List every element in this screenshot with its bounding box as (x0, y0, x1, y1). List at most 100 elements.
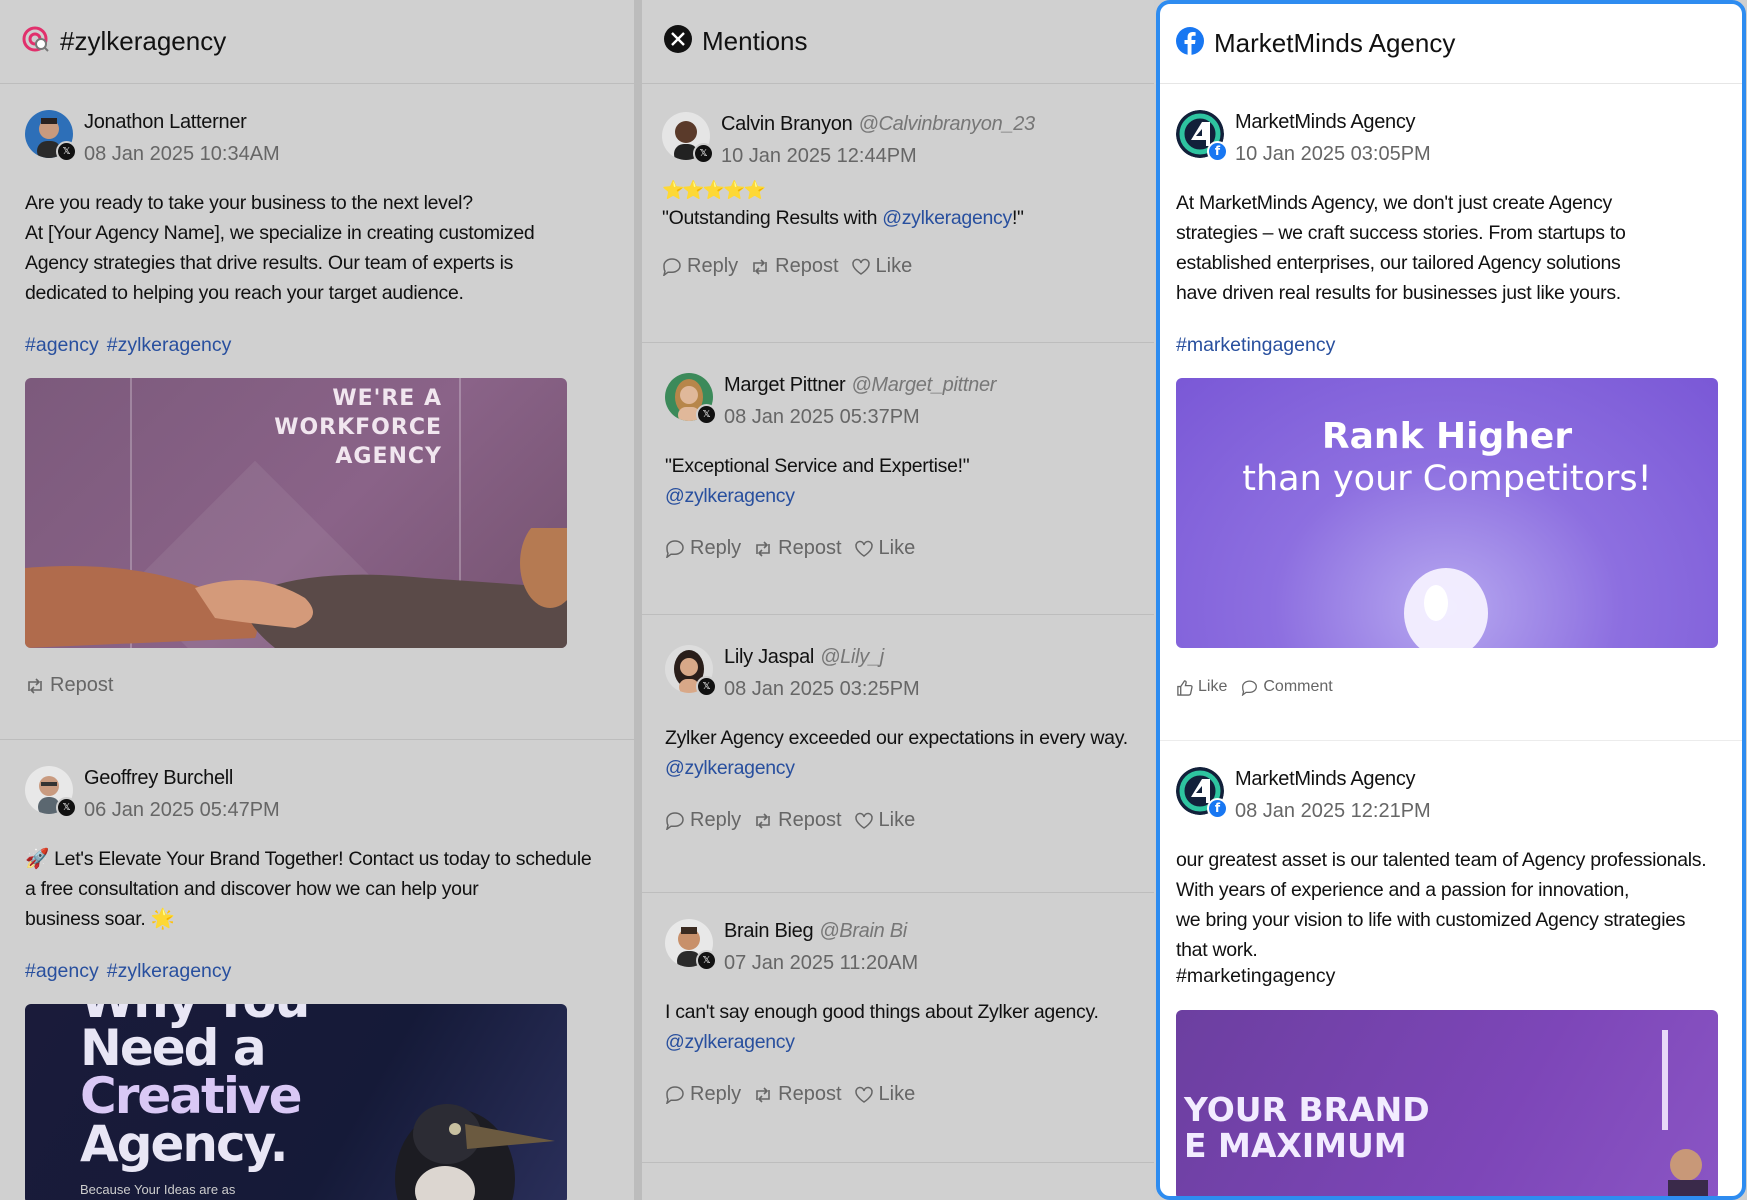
reply-icon (666, 1086, 684, 1104)
facebook-post[interactable]: f MarketMinds Agency 08 Jan 2025 12:21PM… (1160, 741, 1742, 1196)
reply-button[interactable]: Reply (665, 1083, 741, 1106)
author-name[interactable]: Geoffrey Burchell (84, 766, 280, 790)
post-text: "Exceptional Service and Expertise!" (665, 455, 970, 477)
person-illustration (1662, 1030, 1708, 1196)
repost-icon (756, 540, 770, 557)
column-title: MarketMinds Agency (1214, 28, 1456, 58)
feed-post[interactable]: 𝕏 Geoffrey Burchell 06 Jan 2025 05:47PM … (0, 740, 634, 1200)
handshake-illustration (25, 528, 567, 648)
hashtag-link[interactable]: #marketingagency (1176, 965, 1335, 987)
reply-icon (663, 258, 681, 276)
x-badge-icon: 𝕏 (696, 676, 717, 697)
like-button[interactable]: Like (854, 537, 915, 560)
image-caption: E MAXIMUM (1184, 1126, 1407, 1165)
facebook-logo-icon (1176, 27, 1204, 60)
x-badge-icon: 𝕏 (693, 143, 714, 164)
hashtag-link[interactable]: #zylkeragency (107, 960, 232, 982)
repost-button[interactable]: Repost (750, 255, 839, 278)
feed-post[interactable]: 𝕏 Jonathon Latterner 08 Jan 2025 10:34AM… (0, 84, 634, 740)
mention-post[interactable]: 𝕏 Brain Bieg @Brain Bi 07 Jan 2025 11:20A… (642, 893, 1154, 1163)
heart-icon (854, 1086, 873, 1103)
post-image[interactable]: YOUR BRAND E MAXIMUM (1176, 1010, 1718, 1196)
image-caption: YOUR BRAND (1184, 1090, 1430, 1129)
mention-post[interactable]: 𝕏 Lily Jaspal @Lily_j 08 Jan 2025 03:25PM… (642, 615, 1154, 893)
author-name[interactable]: MarketMinds Agency (1235, 110, 1431, 134)
hashtag-link[interactable]: #marketingagency (1176, 334, 1335, 356)
column-divider[interactable] (634, 0, 642, 1200)
column-title: #zylkeragency (60, 26, 227, 56)
comment-button[interactable]: Comment (1241, 678, 1333, 696)
post-text: At MarketMinds Agency, we don't just cre… (1176, 192, 1626, 304)
rating-stars: ⭐⭐⭐⭐⭐ (662, 180, 766, 200)
thumbs-up-icon (1177, 679, 1193, 696)
reply-icon (666, 812, 684, 830)
author-name[interactable]: Calvin Branyon (721, 113, 853, 135)
image-caption: than your Competitors! (1242, 459, 1652, 499)
image-caption: Rank Higher (1321, 416, 1573, 457)
author-name[interactable]: MarketMinds Agency (1235, 767, 1431, 791)
mentions-column: Mentions 𝕏 Calvin Branyon @Calvinbranyon_… (642, 0, 1154, 1200)
like-button[interactable]: Like (1176, 678, 1227, 696)
x-badge-icon: 𝕏 (696, 950, 717, 971)
x-badge-icon: 𝕏 (56, 797, 77, 818)
mention-link[interactable]: @zylkeragency (665, 1027, 1134, 1057)
author-name[interactable]: Brain Bieg (724, 920, 814, 942)
like-button[interactable]: Like (854, 1083, 915, 1106)
mention-link[interactable]: @zylkeragency (665, 481, 1134, 511)
post-timestamp: 08 Jan 2025 10:34AM (84, 143, 280, 165)
repost-icon (756, 812, 770, 829)
author-handle[interactable]: @Calvinbranyon_23 (858, 113, 1035, 135)
post-text: 🚀 Let's Elevate Your Brand Together! Con… (25, 848, 592, 930)
facebook-post[interactable]: f MarketMinds Agency 10 Jan 2025 03:05PM… (1160, 84, 1742, 741)
mentions-column-header: Mentions (642, 0, 1154, 84)
heart-icon (854, 812, 873, 829)
facebook-badge-icon: f (1207, 798, 1228, 819)
x-badge-icon: 𝕏 (56, 141, 77, 162)
author-handle[interactable]: @Marget_pittner (851, 374, 996, 396)
reply-button[interactable]: Reply (662, 255, 738, 278)
repost-icon (28, 677, 42, 694)
image-caption: AGENCY (335, 444, 442, 469)
image-caption: WORKFORCE (274, 415, 442, 440)
mention-link[interactable]: @zylkeragency (665, 753, 1150, 783)
author-handle[interactable]: @Brain Bi (819, 920, 907, 942)
repost-button[interactable]: Repost (753, 537, 842, 560)
facebook-column: MarketMinds Agency f MarketMinds Agency … (1156, 0, 1746, 1200)
x-logo-icon (664, 25, 692, 58)
post-image[interactable]: WE'RE A WORKFORCE AGENCY (25, 378, 567, 648)
mention-post[interactable]: 𝕏 Marget Pittner @Marget_pittner 08 Jan 2… (642, 343, 1154, 615)
post-image[interactable]: Rank Higher than your Competitors! (1176, 378, 1718, 648)
lightbulb-illustration (1404, 568, 1488, 648)
hashtag-link[interactable]: #zylkeragency (107, 334, 232, 356)
author-name[interactable]: Lily Jaspal (724, 646, 814, 668)
like-button[interactable]: Like (851, 255, 912, 278)
hashtag-link[interactable]: #agency (25, 334, 99, 356)
post-timestamp: 06 Jan 2025 05:47PM (84, 799, 280, 821)
repost-button[interactable]: Repost (753, 1083, 842, 1106)
repost-button[interactable]: Repost (753, 809, 842, 832)
post-text: Are you ready to take your business to t… (25, 192, 535, 304)
author-handle[interactable]: @Lily_j (820, 646, 884, 668)
image-caption: Creative (80, 1067, 303, 1125)
hashtag-link[interactable]: #agency (25, 960, 99, 982)
comment-icon (1242, 679, 1258, 696)
heart-icon (854, 540, 873, 557)
mention-post[interactable]: 𝕏 Calvin Branyon @Calvinbranyon_23 10 Jan… (642, 84, 1154, 343)
reply-button[interactable]: Reply (665, 809, 741, 832)
mention-link[interactable]: @zylkeragency (882, 207, 1012, 229)
post-text: our greatest asset is our talented team … (1176, 849, 1707, 961)
like-button[interactable]: Like (854, 809, 915, 832)
post-timestamp: 10 Jan 2025 12:44PM (721, 145, 917, 167)
reply-button[interactable]: Reply (665, 537, 741, 560)
post-timestamp: 08 Jan 2025 05:37PM (724, 406, 920, 428)
author-name[interactable]: Jonathon Latterner (84, 110, 280, 134)
repost-button[interactable]: Repost (25, 674, 113, 697)
post-image[interactable]: Why You Need a Creative Agency. Because … (25, 1004, 567, 1200)
reply-icon (666, 540, 684, 558)
image-caption: Need a (80, 1019, 267, 1077)
hashtag-search-icon (22, 25, 50, 58)
penguin-illustration (395, 1104, 555, 1200)
image-caption: Agency. (80, 1115, 289, 1173)
author-name[interactable]: Marget Pittner (724, 374, 846, 396)
post-timestamp: 08 Jan 2025 03:25PM (724, 678, 920, 700)
